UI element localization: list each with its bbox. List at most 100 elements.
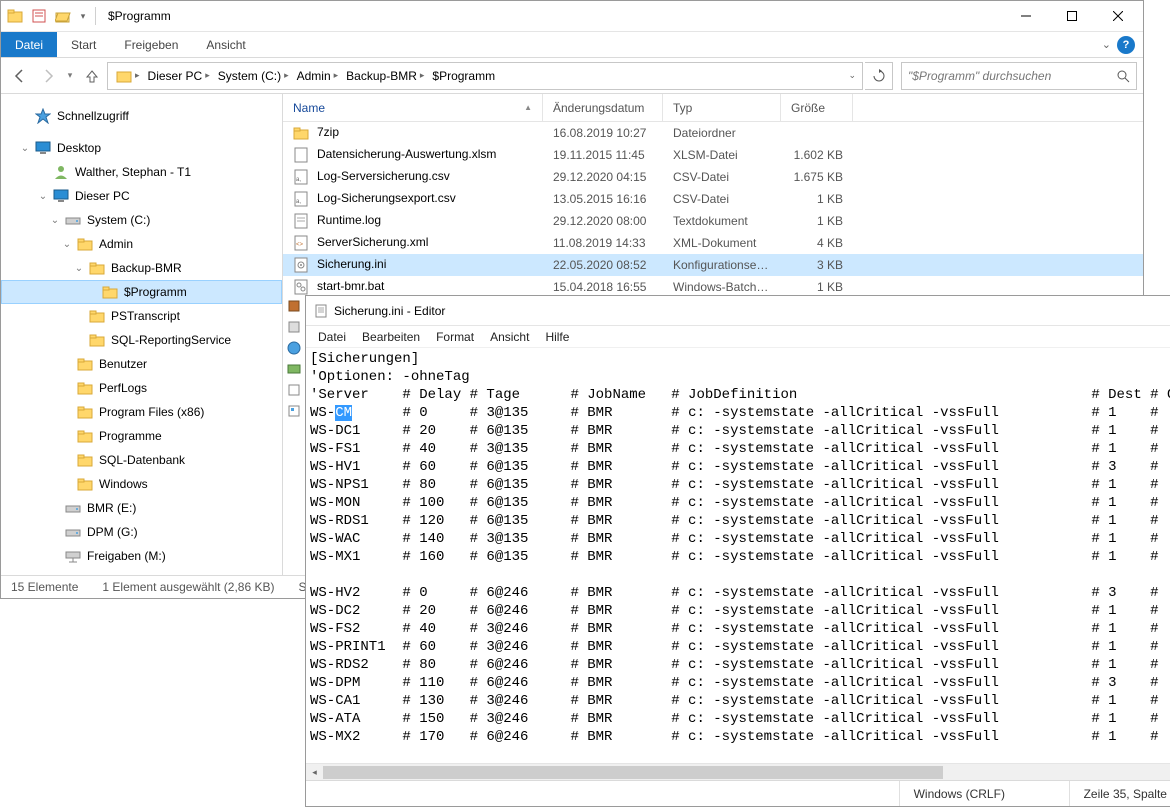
file-row[interactable]: 7zip16.08.2019 10:27Dateiordner — [283, 122, 1143, 144]
col-name[interactable]: Name — [283, 94, 543, 121]
tree-label: Desktop — [55, 141, 101, 155]
close-button[interactable] — [1095, 1, 1141, 31]
tree-item-pstranscript[interactable]: PSTranscript — [1, 304, 282, 328]
help-icon[interactable]: ? — [1117, 36, 1135, 54]
horizontal-scrollbar[interactable]: ◂ ▸ — [306, 763, 1170, 780]
tree-item-backup[interactable]: ⌄ Backup-BMR — [1, 256, 282, 280]
tree-item-programme[interactable]: Programme — [1, 424, 282, 448]
address-dropdown-icon[interactable]: ⌄ — [842, 70, 862, 81]
tree-label: Program Files (x86) — [97, 405, 204, 419]
expand-icon[interactable]: ⌄ — [73, 263, 85, 274]
nav-toolbar: ▾ ▸ Dieser PC▸ System (C:)▸ Admin▸ Backu… — [1, 58, 1143, 94]
tree-item-perflogs[interactable]: PerfLogs — [1, 376, 282, 400]
monitor-icon — [35, 140, 51, 156]
notepad-menubar: Datei Bearbeiten Format Ansicht Hilfe — [306, 326, 1170, 348]
file-type: XLSM-Datei — [663, 148, 781, 162]
file-size: 1.602 KB — [781, 148, 853, 162]
folder-icon — [77, 428, 93, 444]
tree-item-user[interactable]: Walther, Stephan - T1 — [1, 160, 282, 184]
qa-properties-icon[interactable] — [28, 5, 50, 27]
file-row[interactable]: Datensicherung-Auswertung.xlsm19.11.2015… — [283, 144, 1143, 166]
tree-item-freigaben[interactable]: Freigaben (M:) — [1, 544, 282, 568]
tool-icon[interactable] — [284, 296, 304, 316]
notepad-title: Sicherung.ini - Editor — [334, 304, 445, 318]
qa-open-icon[interactable] — [52, 5, 74, 27]
file-date: 29.12.2020 04:15 — [543, 170, 663, 184]
tree-item-thispc[interactable]: ⌄Dieser PC — [1, 184, 282, 208]
tree-label: Backup-BMR — [109, 261, 182, 275]
tree-item-benutzer[interactable]: Benutzer — [1, 352, 282, 376]
tree-item-dpm[interactable]: DPM (G:) — [1, 520, 282, 544]
tree-item-sqlrs[interactable]: SQL-ReportingService — [1, 328, 282, 352]
up-button[interactable] — [79, 63, 105, 89]
file-icon — [293, 125, 309, 141]
expand-icon[interactable]: ⌄ — [19, 143, 31, 154]
folder-icon — [77, 236, 93, 252]
scroll-thumb[interactable] — [323, 766, 943, 779]
menu-help[interactable]: Hilfe — [539, 328, 575, 346]
col-date[interactable]: Änderungsdatum — [543, 94, 663, 121]
tab-view[interactable]: Ansicht — [192, 32, 259, 57]
file-size: 1.675 KB — [781, 170, 853, 184]
menu-format[interactable]: Format — [430, 328, 480, 346]
file-row[interactable]: Sicherung.ini22.05.2020 08:52Konfigurati… — [283, 254, 1143, 276]
file-row[interactable]: a,Log-Sicherungsexport.csv13.05.2015 16:… — [283, 188, 1143, 210]
file-name: Datensicherung-Auswertung.xlsm — [317, 147, 496, 161]
notepad-textarea[interactable]: [Sicherungen] 'Optionen: -ohneTag 'Serve… — [306, 348, 1170, 763]
tab-file[interactable]: Datei — [1, 32, 57, 57]
file-row[interactable]: Runtime.log29.12.2020 08:00Textdokument1… — [283, 210, 1143, 232]
tree-item-windows[interactable]: Windows — [1, 472, 282, 496]
tab-start[interactable]: Start — [57, 32, 110, 57]
tool-icon[interactable] — [284, 338, 304, 358]
tool-icon[interactable] — [284, 359, 304, 379]
tree-label: PerfLogs — [97, 381, 147, 395]
tool-icon[interactable] — [284, 317, 304, 337]
tab-share[interactable]: Freigeben — [110, 32, 192, 57]
tree-item-quick[interactable]: Schnellzugriff — [1, 104, 282, 128]
address-bar[interactable]: ▸ Dieser PC▸ System (C:)▸ Admin▸ Backup-… — [107, 62, 863, 90]
tree-item-admin[interactable]: ⌄ Admin — [1, 232, 282, 256]
notepad-icon — [314, 304, 328, 318]
netdrive-icon — [65, 548, 81, 564]
col-type[interactable]: Typ — [663, 94, 781, 121]
tree-item-bmr[interactable]: BMR (E:) — [1, 496, 282, 520]
tree-item-systemc[interactable]: ⌄System (C:) — [1, 208, 282, 232]
expand-icon[interactable]: ⌄ — [37, 191, 49, 202]
search-placeholder: "$Programm" durchsuchen — [908, 69, 1051, 83]
minimize-button[interactable] — [1003, 1, 1049, 31]
tool-icon[interactable] — [284, 401, 304, 421]
expand-icon[interactable]: ⌄ — [61, 239, 73, 250]
maximize-button[interactable] — [1049, 1, 1095, 31]
file-type: Textdokument — [663, 214, 781, 228]
qa-dropdown-icon[interactable]: ▾ — [76, 5, 90, 27]
menu-edit[interactable]: Bearbeiten — [356, 328, 426, 346]
forward-button[interactable] — [35, 63, 61, 89]
tree-item-desktop[interactable]: ⌄ Desktop — [1, 136, 282, 160]
file-name: Log-Sicherungsexport.csv — [317, 191, 456, 205]
tree-label: Walther, Stephan - T1 — [73, 165, 191, 179]
file-type: Windows-Batchda... — [663, 280, 781, 294]
tree-item-sqldb[interactable]: SQL-Datenbank — [1, 448, 282, 472]
tree-item-programm[interactable]: $Programm — [1, 280, 282, 304]
menu-view[interactable]: Ansicht — [484, 328, 535, 346]
nav-tree[interactable]: Schnellzugriff ⌄ Desktop Walther, Stephan -… — [1, 94, 283, 575]
svg-text:a,: a, — [296, 199, 301, 205]
expand-icon[interactable]: ⌄ — [49, 215, 61, 226]
refresh-button[interactable] — [865, 62, 893, 90]
star-icon — [35, 108, 51, 124]
file-icon — [293, 147, 309, 163]
file-size: 1 KB — [781, 280, 853, 294]
tool-icon[interactable] — [284, 380, 304, 400]
scroll-left-icon[interactable]: ◂ — [306, 764, 323, 781]
tree-label: Admin — [97, 237, 133, 251]
back-button[interactable] — [7, 63, 33, 89]
recent-dropdown-icon[interactable]: ▾ — [63, 63, 77, 89]
col-size[interactable]: Größe — [781, 94, 853, 121]
breadcrumb-seg: $Programm — [428, 69, 499, 83]
menu-file[interactable]: Datei — [312, 328, 352, 346]
file-row[interactable]: a,Log-Serversicherung.csv29.12.2020 04:1… — [283, 166, 1143, 188]
search-box[interactable]: "$Programm" durchsuchen — [901, 62, 1137, 90]
tree-item-pf86[interactable]: Program Files (x86) — [1, 400, 282, 424]
ribbon-expand-icon[interactable]: ⌄ — [1102, 38, 1111, 51]
file-row[interactable]: <>ServerSicherung.xml11.08.2019 14:33XML… — [283, 232, 1143, 254]
